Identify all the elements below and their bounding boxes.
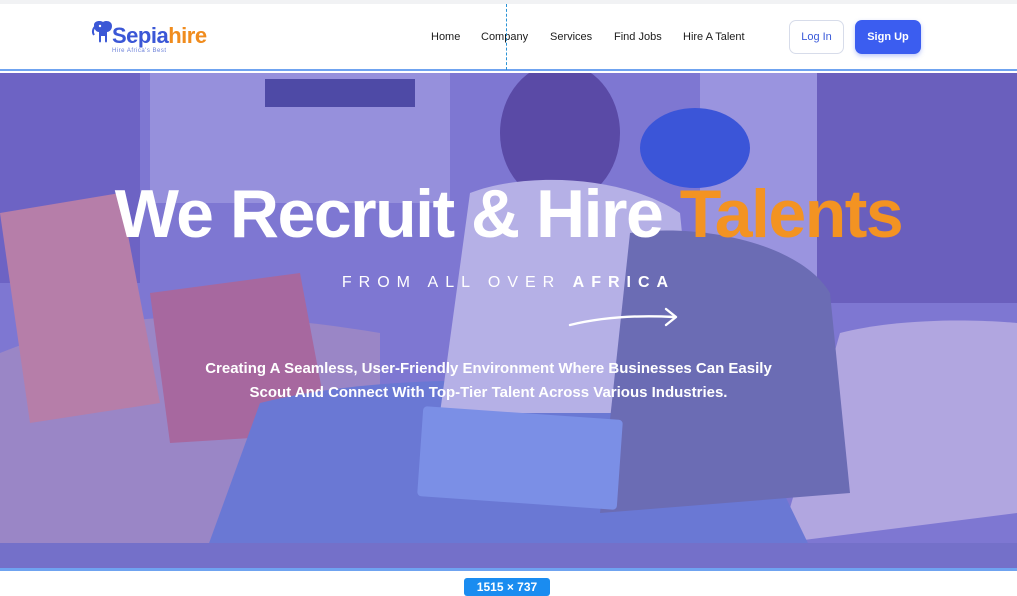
hero-title: We Recruit & Hire Talents: [0, 177, 1017, 251]
signup-button[interactable]: Sign Up: [855, 20, 921, 54]
hero-description: Creating A Seamless, User-Friendly Envir…: [205, 360, 772, 401]
hero-title-accent: Talents: [679, 176, 904, 252]
hero-subtitle: FROM ALL OVER AFRICA: [0, 274, 1017, 292]
hero-subtitle-main: FROM ALL OVER: [341, 274, 573, 291]
hero-background-photo: [0, 73, 1017, 568]
brand-logo[interactable]: Sepiahire Hire Africa's Best: [90, 19, 208, 59]
nav-company-link[interactable]: Company: [481, 31, 528, 43]
nav-home-link[interactable]: Home: [431, 31, 460, 43]
nav-services-link[interactable]: Services: [550, 31, 592, 43]
brand-tagline: Hire Africa's Best: [112, 48, 167, 54]
nav-hire-talent-link[interactable]: Hire A Talent: [683, 31, 745, 43]
curved-arrow-icon: [568, 307, 678, 327]
center-guide-line: [506, 4, 507, 70]
hero-subtitle-bold: AFRICA: [572, 274, 676, 291]
site-header: Sepiahire Hire Africa's Best Home Compan…: [0, 4, 1017, 71]
login-button[interactable]: Log In: [789, 20, 844, 54]
brand-name-part1: Sepia: [112, 23, 169, 48]
hero-section: We Recruit & Hire Talents FROM ALL OVER …: [0, 73, 1017, 568]
section-divider: [0, 568, 1017, 571]
brand-wordmark: Sepiahire: [112, 23, 207, 49]
dimension-badge: 1515 × 737: [464, 578, 550, 596]
nav-find-jobs-link[interactable]: Find Jobs: [614, 31, 662, 43]
brand-name-part2: hire: [168, 23, 207, 48]
hero-title-main: We Recruit & Hire: [114, 176, 680, 252]
